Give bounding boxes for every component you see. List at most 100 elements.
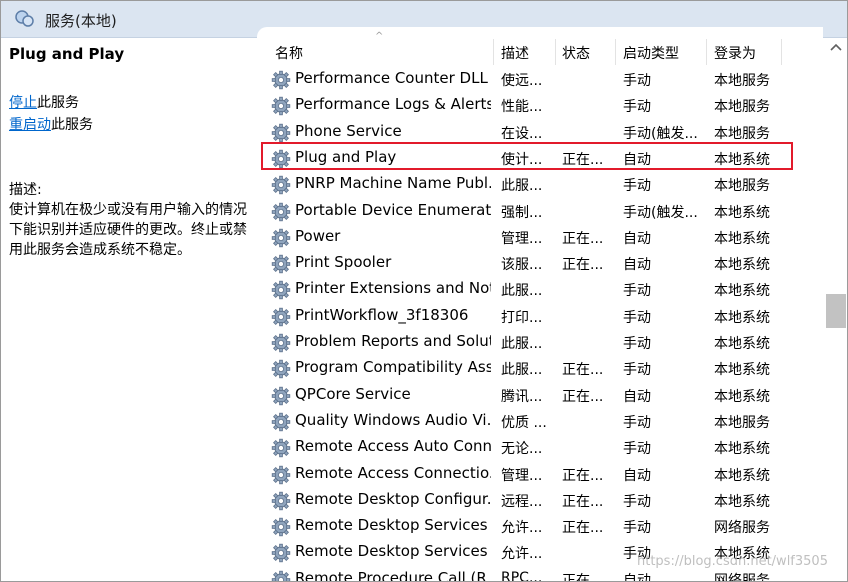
list-header: ^ 名称 描述 状态 启动类型 登录为 [257,31,823,65]
service-row[interactable]: Portable Device Enumerat... 强制... 手动(触发.… [257,199,823,225]
column-header-description[interactable]: 描述 [501,43,529,63]
service-row[interactable]: Print Spooler 该服... 正在... 自动 本地系统 [257,251,823,277]
service-desc: 允许... [501,520,543,537]
service-name: Program Compatibility Assi... [295,358,491,377]
service-row[interactable]: Remote Access Auto Conn... 无论... 手动 本地系统 [257,435,823,461]
service-row[interactable]: Remote Desktop Configur... 远程... 正在... 手… [257,488,823,514]
service-logon: 本地系统 [714,204,770,221]
service-name: Printer Extensions and Noti... [295,279,491,298]
stop-service-suffix: 此服务 [37,95,79,111]
service-name: Plug and Play [295,147,397,166]
service-row[interactable]: Plug and Play 使计... 正在... 自动 本地系统 [257,146,823,172]
service-logon: 本地系统 [714,230,770,247]
service-logon: 本地系统 [714,151,770,168]
service-name: Remote Access Auto Conn... [295,437,491,456]
service-startup-type: 手动 [623,520,651,537]
scrollbar-thumb[interactable] [826,294,846,328]
service-gear-icon [271,228,291,247]
service-gear-icon [271,307,291,326]
service-gear-icon [271,360,291,379]
stop-service-link[interactable]: 停止 [9,95,37,111]
column-header-startup-type[interactable]: 启动类型 [623,43,679,63]
service-logon: 本地系统 [714,441,770,458]
service-row[interactable]: Power 管理... 正在... 自动 本地系统 [257,225,823,251]
service-gear-icon [271,412,291,432]
service-startup-type: 自动 [623,388,651,405]
column-header-logon-as[interactable]: 登录为 [714,43,756,63]
vertical-scrollbar[interactable] [823,38,847,581]
service-row[interactable]: Quality Windows Audio Vi... 优质 ... 手动 本地… [257,409,823,435]
service-status: 正在... [562,362,604,379]
service-desc: 使远... [501,73,543,89]
service-gear-icon [271,491,291,510]
service-gear-icon [271,333,291,353]
service-name: PrintWorkflow_3f18306 [295,305,469,324]
sort-ascending-icon: ^ [375,31,384,42]
service-gear-icon [271,123,291,142]
service-description: 使计算机在极少或没有用户输入的情况下能识别并适应硬件的更改。终止或禁用此服务会造… [9,202,247,258]
service-gear-icon [271,202,291,221]
service-status: 正在... [562,520,604,537]
service-startup-type: 自动 [623,257,651,274]
service-startup-type: 手动 [623,441,651,458]
service-desc: 此服... [501,178,543,195]
description-label: 描述: [9,182,42,198]
service-logon: 本地系统 [714,362,770,379]
services-search-icon [15,10,34,27]
service-logon: 本地系统 [714,388,770,405]
service-row[interactable]: QPCore Service 腾讯... 正在... 自动 本地系统 [257,383,823,409]
restart-service-suffix: 此服务 [51,117,93,133]
service-startup-type: 手动 [623,362,651,379]
service-status: 正在... [562,572,604,582]
service-name: Remote Desktop Services [295,516,488,535]
window-title: 服务(本地) [45,12,117,30]
service-logon: 本地系统 [714,467,770,484]
service-desc: 管理... [501,467,543,484]
service-logon: 本地系统 [714,336,770,352]
service-row[interactable]: PrintWorkflow_3f18306 打印... 手动 本地系统 [257,304,823,330]
service-status: 正在... [562,257,604,274]
column-header-status[interactable]: 状态 [562,43,590,63]
restart-service-link[interactable]: 重启动 [9,117,51,133]
service-gear-icon [271,465,291,484]
service-desc: 此服... [501,283,543,300]
scroll-up-arrow-icon[interactable] [829,42,843,52]
service-row[interactable]: Phone Service 在设... 手动(触发... 本地服务 [257,120,823,146]
service-logon: 本地系统 [714,257,770,274]
service-name: Portable Device Enumerat... [295,200,491,219]
service-gear-icon [271,149,291,169]
service-logon: 本地服务 [714,414,770,431]
service-logon: 本地服务 [714,73,770,89]
service-row[interactable]: Remote Access Connectio... 管理... 正在... 自… [257,462,823,488]
selected-service-title: Plug and Play [9,45,125,63]
service-desc: 此服... [501,362,543,379]
service-row[interactable]: Problem Reports and Solut... 此服... 手动 本地… [257,330,823,356]
service-name: Phone Service [295,121,402,140]
service-gear-icon [271,570,291,581]
service-row[interactable]: Performance Counter DLL ... 使远... 手动 本地服… [257,67,823,93]
service-desc: 强制... [501,204,543,221]
service-name: Power [295,226,341,245]
service-status: 正在... [562,493,604,510]
service-row[interactable]: PNRP Machine Name Publ... 此服... 手动 本地服务 [257,172,823,198]
service-status: 正在... [562,230,604,247]
service-desc: 该服... [501,257,543,274]
service-row[interactable]: Program Compatibility Assi... 此服... 正在..… [257,356,823,382]
service-gear-icon [271,517,291,537]
service-startup-type: 手动(触发... [623,125,698,142]
services-list-pane: ^ 名称 描述 状态 启动类型 登录为 Performance Counter … [257,27,823,582]
service-row[interactable]: Remote Desktop Services 允许... 正在... 手动 网… [257,514,823,540]
service-startup-type: 手动 [623,99,651,116]
service-name: Performance Logs & Alerts [295,95,491,114]
service-name: QPCore Service [295,384,411,403]
service-startup-type: 手动 [623,414,651,431]
service-desc: RPC... [501,569,543,582]
column-header-name[interactable]: 名称 [275,43,303,63]
service-row[interactable]: Printer Extensions and Noti... 此服... 手动 … [257,277,823,303]
service-status: 正在... [562,151,604,168]
service-startup-type: 手动 [623,336,651,352]
service-desc: 远程... [501,493,543,510]
service-gear-icon [271,281,291,300]
service-row[interactable]: Performance Logs & Alerts 性能... 手动 本地服务 [257,93,823,119]
service-logon: 本地服务 [714,178,770,195]
